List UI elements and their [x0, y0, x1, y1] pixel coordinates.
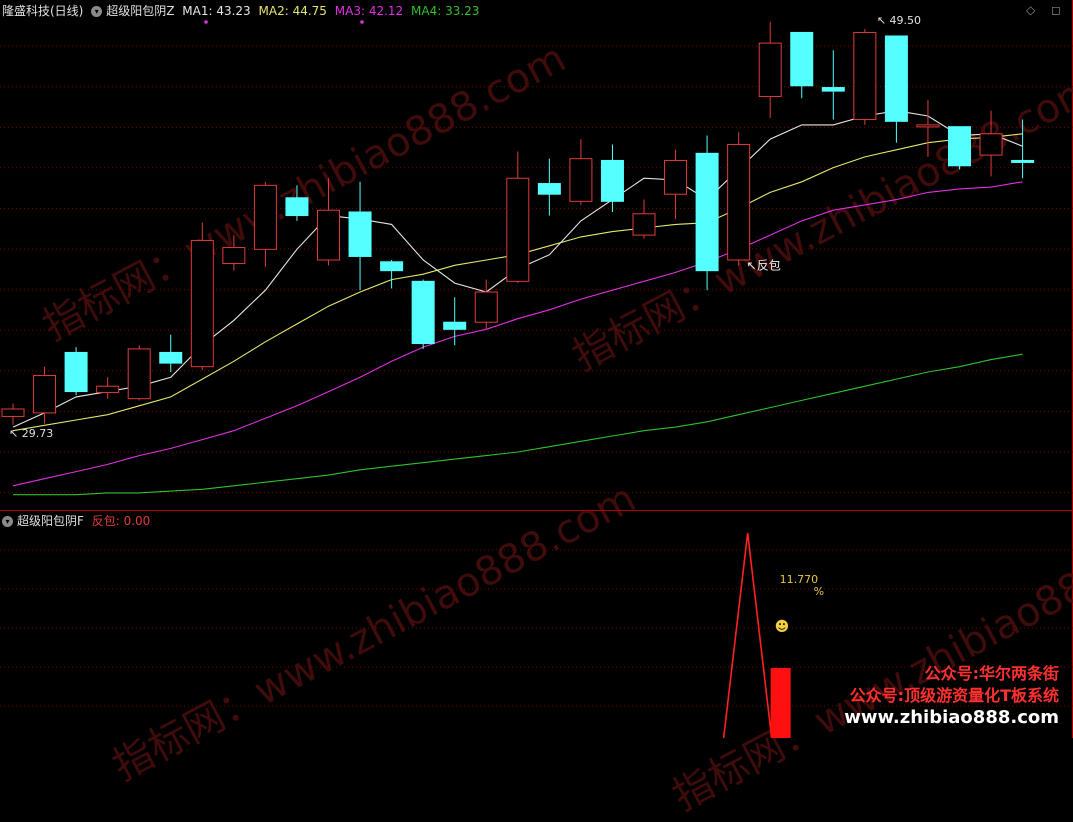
ma3-value: MA3: 42.12 — [334, 4, 404, 18]
sub-indicator-name[interactable]: 超级阳包阴F — [17, 514, 84, 528]
ma2-value: MA2: 44.75 — [258, 4, 327, 18]
smiley-icon: ☻ — [775, 619, 790, 635]
window-controls[interactable]: ◇ ◻ — [1026, 3, 1067, 17]
promo-line-3: www.zhibiao888.com — [844, 707, 1059, 728]
promo-text: 公众号:华尔两条街 公众号:顶级游资量化T板系统 www.zhibiao888.… — [844, 663, 1059, 729]
marker-dot — [360, 20, 364, 24]
signal-line — [722, 532, 773, 738]
marker-dot — [204, 20, 208, 24]
percent-value: 11.770 — [780, 573, 819, 586]
stock-name[interactable]: 隆盛科技(日线) — [2, 4, 83, 18]
fanbao-value: 反包: 0.00 — [91, 514, 151, 528]
ma1-value: MA1: 43.23 — [182, 4, 251, 18]
sub-indicator-menu-icon[interactable]: ▾ — [2, 516, 13, 527]
ma4-value: MA4: 33.23 — [411, 4, 480, 18]
sub-indicator-chart: 11.770% ☻ — [0, 20, 1073, 738]
promo-line-1: 公众号:华尔两条街 — [924, 664, 1059, 683]
indicator-name[interactable]: 超级阳包阴Z — [106, 4, 174, 18]
signal-bar — [770, 668, 791, 738]
main-header: 隆盛科技(日线) ▾ 超级阳包阴Z MA1: 43.23 MA2: 44.75 M… — [2, 3, 483, 19]
sub-header: ▾ 超级阳包阴F 反包: 0.00 — [2, 513, 154, 529]
indicator-menu-icon[interactable]: ▾ — [91, 6, 103, 17]
percent-sign: % — [814, 585, 824, 598]
promo-line-2: 公众号:顶级游资量化T板系统 — [849, 686, 1059, 705]
